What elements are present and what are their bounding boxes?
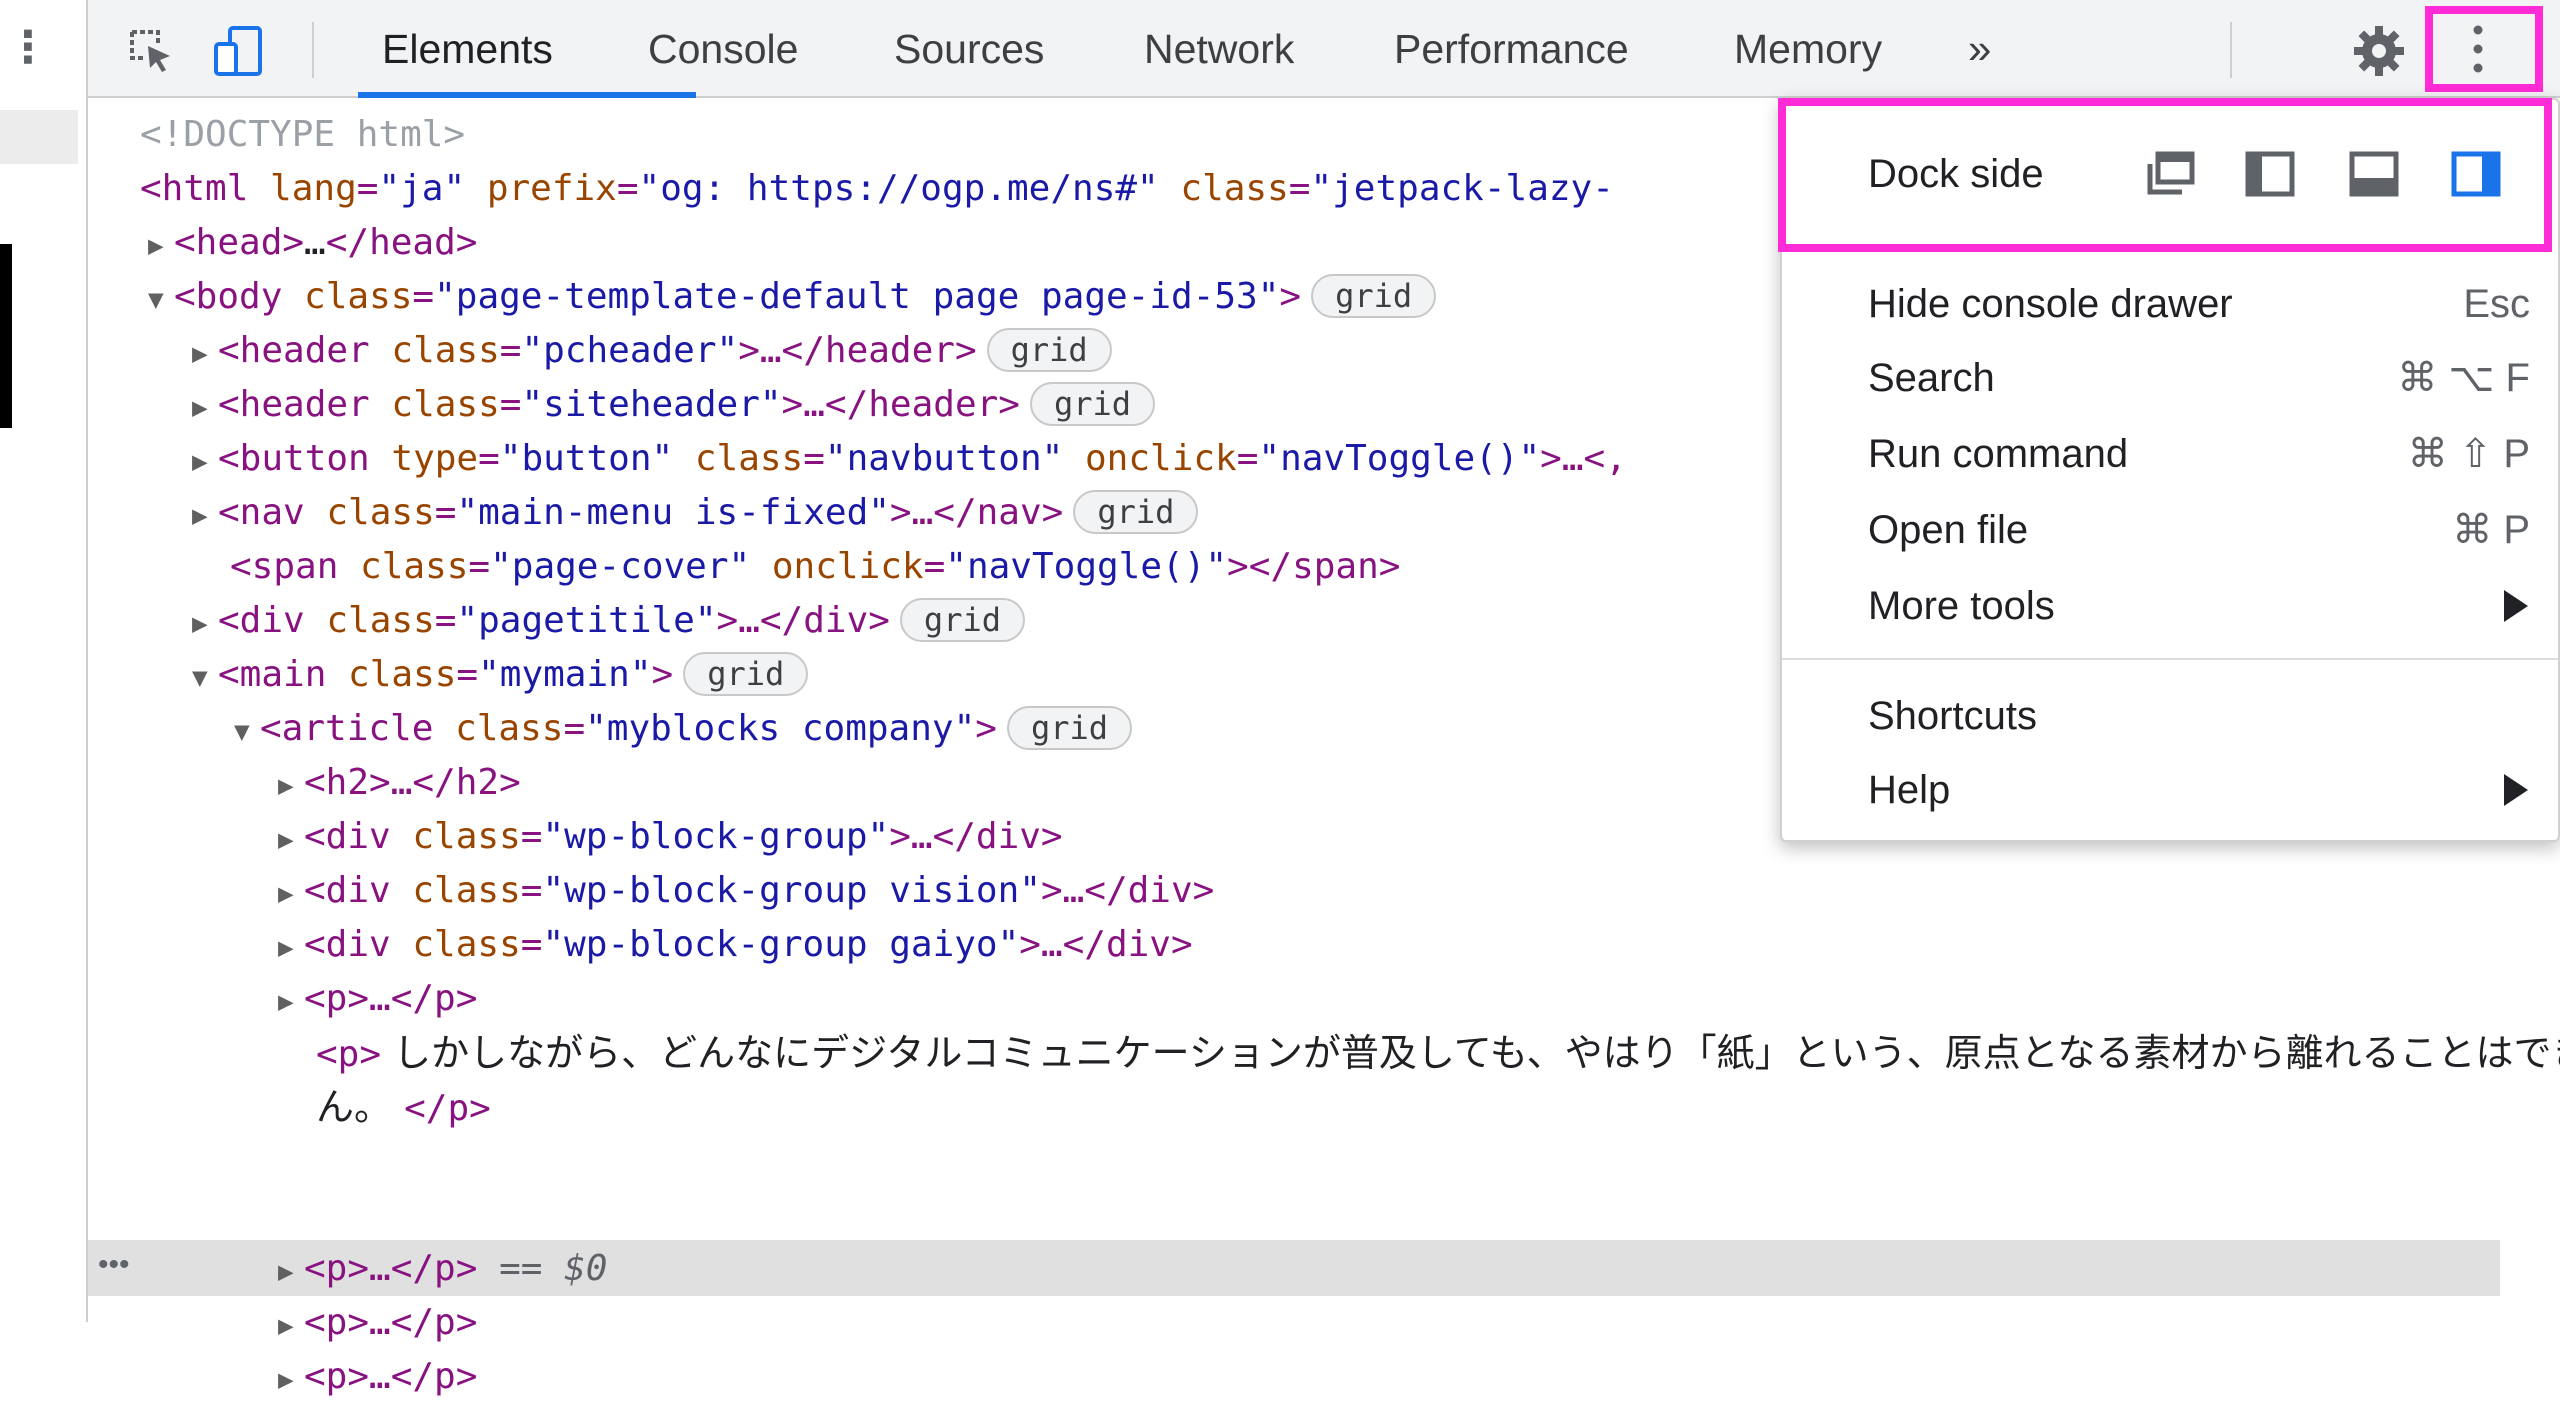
menu-item-shortcuts[interactable]: Shortcuts — [1868, 692, 2037, 740]
dom-line-p-text[interactable]: <p> しかしながら、どんなにデジタルコミュニケーションが普及しても、やはり「紙… — [316, 1026, 2560, 1082]
dock-bottom-icon[interactable] — [2346, 148, 2402, 200]
dom-line-div-gaiyo[interactable]: ▶ <div class="wp-block-group gaiyo">…</di… — [278, 918, 1193, 975]
expand-triangle-icon[interactable]: ▶ — [192, 597, 218, 651]
dom-line-p[interactable]: ▶ <p>…</p> — [278, 1350, 477, 1407]
shortcut-run-command: ⌘ ⇧ P — [2407, 432, 2530, 476]
dom-line-p-selected[interactable]: ▶ <p>…</p> == $0 — [278, 1242, 607, 1299]
expand-triangle-icon[interactable]: ▶ — [148, 219, 174, 273]
tab-network[interactable]: Network — [1144, 0, 1294, 96]
left-gray-block — [0, 110, 78, 164]
more-tabs-chevron-icon[interactable]: » — [1968, 0, 1991, 96]
grid-badge[interactable]: grid — [899, 598, 1025, 642]
menu-divider — [1782, 658, 2558, 660]
expand-triangle-icon[interactable]: ▶ — [192, 489, 218, 543]
page-viewport-strip: ⋮ — [0, 0, 88, 1322]
row-ellipsis-icon[interactable]: ••• — [98, 1240, 158, 1296]
menu-item-help[interactable]: Help — [1868, 766, 1950, 814]
expand-triangle-icon[interactable]: ▶ — [192, 435, 218, 489]
menu-item-run-command[interactable]: Run command — [1868, 430, 2128, 478]
dom-line-doctype[interactable]: <!DOCTYPE html> — [140, 108, 465, 162]
expand-triangle-icon[interactable]: ▶ — [278, 975, 304, 1029]
grid-badge[interactable]: grid — [986, 328, 1112, 372]
shortcut-esc: Esc — [2463, 282, 2530, 326]
collapse-triangle-icon[interactable]: ▼ — [192, 651, 218, 705]
tab-console[interactable]: Console — [648, 0, 798, 96]
device-toggle-icon[interactable] — [212, 24, 266, 78]
menu-item-open-file[interactable]: Open file — [1868, 506, 2028, 554]
expand-triangle-icon[interactable]: ▶ — [278, 867, 304, 921]
dom-line-div-group[interactable]: ▶ <div class="wp-block-group">…</div> — [278, 810, 1063, 867]
grid-badge[interactable]: grid — [1073, 490, 1199, 534]
dock-right-icon[interactable] — [2448, 148, 2504, 200]
grid-badge[interactable]: grid — [683, 652, 809, 696]
submenu-arrow-icon — [2504, 774, 2528, 806]
customize-devtools-button[interactable] — [2425, 6, 2543, 92]
menu-item-search[interactable]: Search — [1868, 354, 1995, 402]
grid-badge[interactable]: grid — [1006, 706, 1133, 750]
expand-triangle-icon[interactable]: ▶ — [278, 1245, 304, 1299]
dom-line-h2[interactable]: ▶ <h2>…</h2> — [278, 756, 521, 813]
collapse-triangle-icon[interactable]: ▼ — [234, 705, 260, 759]
dom-line-nav[interactable]: ▶ <nav class="main-menu is-fixed">…</nav>… — [192, 486, 1199, 543]
kebab-menu-icon — [2473, 25, 2483, 73]
dom-line-p[interactable]: ▶ <p>…</p> — [278, 1296, 477, 1353]
toolbar-separator — [2230, 22, 2232, 78]
expand-triangle-icon[interactable]: ▶ — [278, 921, 304, 975]
dom-line-main[interactable]: ▼ <main class="mymain"> grid — [192, 648, 809, 705]
dom-line-p[interactable]: ▶ <p>…</p> — [278, 972, 477, 1029]
shortcut-search: ⌘ ⌥ F — [2397, 356, 2530, 400]
dom-line-head[interactable]: ▶ <head>…</head> — [148, 216, 477, 273]
undock-icon[interactable] — [2142, 148, 2198, 200]
dock-side-label: Dock side — [1868, 152, 2044, 196]
menu-item-more-tools[interactable]: More tools — [1868, 582, 2055, 630]
grid-badge[interactable]: grid — [1311, 274, 1437, 318]
dom-line-button[interactable]: ▶ <button type="button" class="navbutton"… — [192, 432, 1627, 489]
collapse-triangle-icon[interactable]: ▼ — [148, 273, 174, 327]
tab-elements[interactable]: Elements — [382, 0, 553, 96]
left-black-bar — [0, 244, 12, 428]
toolbar-separator — [312, 22, 314, 78]
expand-triangle-icon[interactable]: ▶ — [278, 813, 304, 867]
submenu-arrow-icon — [2504, 590, 2528, 622]
left-kebab-icon[interactable]: ⋮ — [6, 26, 50, 70]
dom-line-html[interactable]: <html lang="ja" prefix="og: https://ogp.… — [140, 162, 1614, 216]
dom-line-div-vision[interactable]: ▶ <div class="wp-block-group vision">…</d… — [278, 864, 1214, 921]
dom-line-body[interactable]: ▼ <body class="page-template-default page… — [148, 270, 1437, 327]
tab-performance[interactable]: Performance — [1394, 0, 1629, 96]
expand-triangle-icon[interactable]: ▶ — [278, 759, 304, 813]
tab-sources[interactable]: Sources — [894, 0, 1044, 96]
inspect-element-icon[interactable] — [124, 24, 178, 78]
menu-item-hide-console-drawer[interactable]: Hide console drawer — [1868, 280, 2233, 328]
dock-left-icon[interactable] — [2242, 148, 2298, 200]
dom-line-span[interactable]: <span class="page-cover" onclick="navTog… — [230, 540, 1400, 594]
settings-gear-icon[interactable] — [2350, 22, 2408, 80]
expand-triangle-icon[interactable]: ▶ — [278, 1299, 304, 1353]
dom-line-siteheader[interactable]: ▶ <header class="siteheader">…</header> gr… — [192, 378, 1156, 435]
dom-line-article[interactable]: ▼ <article class="myblocks company"> grid — [234, 702, 1133, 759]
expand-triangle-icon[interactable]: ▶ — [278, 1353, 304, 1407]
devtools-toolbar: Elements Console Sources Network Perform… — [88, 0, 2560, 98]
dom-line-pcheader[interactable]: ▶ <header class="pcheader">…</header> grid — [192, 324, 1112, 381]
expand-triangle-icon[interactable]: ▶ — [192, 381, 218, 435]
grid-badge[interactable]: grid — [1029, 382, 1156, 426]
dom-line-p-text-cont[interactable]: ん。 </p> — [316, 1080, 491, 1136]
expand-triangle-icon[interactable]: ▶ — [192, 327, 218, 381]
customize-devtools-menu: Dock side Hide console drawer Esc Search… — [1778, 98, 2560, 842]
dom-line-pagetitile[interactable]: ▶ <div class="pagetitile">…</div> grid — [192, 594, 1025, 651]
shortcut-open-file: ⌘ P — [2452, 508, 2530, 552]
tab-memory[interactable]: Memory — [1734, 0, 1882, 96]
